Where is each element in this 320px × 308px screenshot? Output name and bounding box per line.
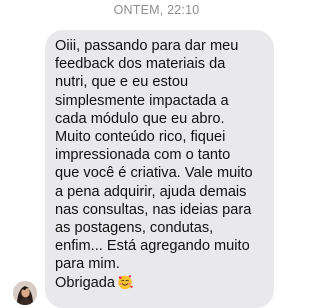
received-message-bubble[interactable]: Oiii, passando para dar meu feedback dos…	[45, 30, 274, 308]
message-text: Oiii, passando para dar meu feedback dos…	[55, 37, 265, 292]
avatar-photo	[13, 281, 37, 305]
sender-avatar[interactable]	[13, 281, 37, 305]
smiling-face-with-hearts-icon	[118, 274, 133, 289]
message-timestamp: ONTEM, 22:10	[113, 3, 200, 17]
message-body: Oiii, passando para dar meu feedback dos…	[55, 38, 253, 291]
